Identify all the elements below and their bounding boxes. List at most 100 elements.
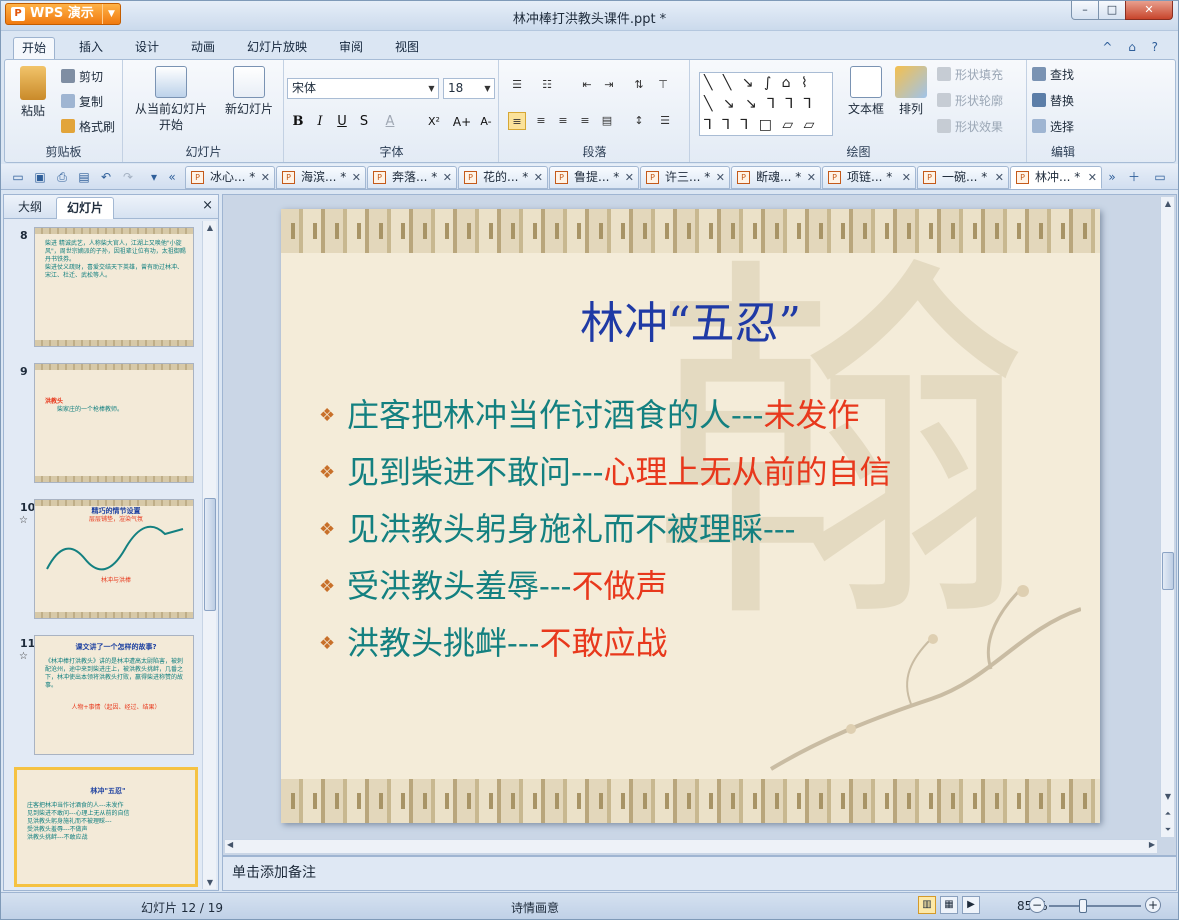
scroll-up-icon[interactable]: ▲ [1161, 199, 1175, 208]
doc-tab[interactable]: P 项链... * ✕ [822, 166, 916, 189]
text-direction-icon[interactable]: ⇅ [630, 76, 648, 94]
close-tab-icon[interactable]: ✕ [352, 167, 361, 188]
redo-icon[interactable]: ↷ [119, 168, 137, 186]
columns-icon[interactable]: ☰ [656, 112, 674, 130]
maximize-button[interactable]: □ [1098, 1, 1126, 20]
align-text-icon[interactable]: ⊤ [654, 76, 672, 94]
slide-thumbnail-12[interactable]: 12 林冲"五忍" 庄客把林冲当作讨酒食的人---未发作 见到柴进不敢问---心… [4, 767, 200, 893]
justify-icon[interactable]: ≡ [576, 112, 594, 130]
zoom-slider-handle[interactable] [1079, 899, 1087, 913]
close-tab-icon[interactable]: ✕ [625, 167, 634, 188]
doc-tab[interactable]: P 许三... * ✕ [640, 166, 730, 189]
cut-button[interactable]: 剪切 [61, 68, 103, 86]
doc-tab[interactable]: P 冰心... * ✕ [185, 166, 275, 189]
zoom-slider-track[interactable] [1049, 905, 1141, 907]
close-tab-icon[interactable]: ✕ [995, 167, 1004, 188]
shape-fill-button[interactable]: 形状填充 [937, 66, 1003, 84]
slide-body-text[interactable]: ❖ 庄客把林冲当作讨酒食的人---未发作 ❖ 见到柴进不敢问---心理上无从前的自信… [319, 395, 1079, 680]
save-icon[interactable]: ▣ [31, 168, 49, 186]
tab-home[interactable]: 开始 [13, 37, 56, 60]
copy-button[interactable]: 复制 [61, 93, 103, 111]
scrollbar-thumb[interactable] [1162, 552, 1174, 590]
help-icon[interactable]: ^ ⌂ ? [1102, 40, 1164, 54]
tab-review[interactable]: 审阅 [331, 37, 371, 60]
close-button[interactable]: ✕ [1125, 1, 1173, 20]
slideshow-view-icon[interactable]: ▶ [962, 896, 980, 914]
play-from-current-button[interactable]: 从当前幻灯片 开始 [128, 66, 214, 133]
tab-design[interactable]: 设计 [127, 37, 167, 60]
horizontal-scrollbar[interactable]: ◀ ▶ [225, 839, 1157, 853]
customize-toolbar-icon[interactable]: ▾ [145, 168, 163, 186]
close-panel-icon[interactable]: × [202, 198, 213, 213]
doc-tab-active[interactable]: P 林冲... * ✕ [1010, 166, 1102, 189]
shape-effect-button[interactable]: 形状效果 [937, 118, 1003, 136]
line-spacing-icon[interactable]: ↕ [630, 112, 648, 130]
replace-button[interactable]: 替换 [1032, 92, 1074, 110]
slide-sorter-icon[interactable]: ▦ [940, 896, 958, 914]
close-tab-icon[interactable]: ✕ [902, 167, 911, 188]
new-slide-button[interactable]: 新幻灯片 [218, 66, 280, 117]
close-tab-icon[interactable]: ✕ [716, 167, 725, 188]
tab-animation[interactable]: 动画 [183, 37, 223, 60]
scroll-down-icon[interactable]: ▼ [1161, 792, 1175, 801]
vertical-scrollbar[interactable]: ▲ ▼ ⏶ ⏷ [1160, 197, 1174, 837]
tab-outline[interactable]: 大纲 [8, 197, 52, 219]
close-tab-icon[interactable]: ✕ [534, 167, 543, 188]
italic-button[interactable]: I [311, 112, 329, 132]
scroll-tabs-right-icon[interactable]: » [1103, 168, 1121, 186]
zoom-in-icon[interactable]: + [1145, 897, 1161, 913]
numbering-icon[interactable]: ☷ [538, 76, 556, 94]
decrease-indent-icon[interactable]: ⇤ [578, 76, 596, 94]
slide-canvas[interactable]: 翰 林冲“五忍” ❖ 庄客把林冲当作讨酒食的人---未发作 ❖ 见到柴进不敢问---… [281, 209, 1100, 823]
slide-thumbnail-11[interactable]: 11 ☆ 课文讲了一个怎样的故事? 《林冲棒打洪教头》讲的是林冲遭高太尉陷害，被… [4, 635, 200, 761]
paste-button[interactable]: 粘贴 [13, 66, 53, 119]
slide-thumbnail-8[interactable]: 8 柴进 精诚武艺，人称柴大官人，江湖上又唤他"小旋风"，周世宗嫡派的子孙，因祖… [4, 227, 200, 353]
align-right-icon[interactable]: ≡ [554, 112, 572, 130]
close-tab-icon[interactable]: ✕ [261, 167, 270, 188]
doc-tab[interactable]: P 一碗... * ✕ [917, 166, 1009, 189]
font-name-select[interactable]: 宋体 ▼ [287, 78, 439, 99]
open-folder-icon[interactable]: ▭ [9, 168, 27, 186]
close-tab-icon[interactable]: ✕ [1088, 167, 1097, 188]
shapes-gallery[interactable]: ╲ ╲ ↘ ∫ ⌂ ⌇ ╲ ↘ ↘ ⅂ ⅂ ⅂ ⅂ ⅂ ⅂ □ ▱ ▱ [699, 72, 833, 136]
align-left-icon[interactable]: ≡ [508, 112, 526, 130]
distribute-icon[interactable]: ▤ [598, 112, 616, 130]
previous-slide-icon[interactable]: ⏶ [1161, 809, 1175, 819]
slide-thumbnail-9[interactable]: 9 洪教头 柴家庄的一个枪棒教师。 [4, 363, 200, 489]
font-size-select[interactable]: 18 ▼ [443, 78, 495, 99]
superscript-button[interactable]: X² [423, 112, 445, 132]
zoom-out-icon[interactable]: − [1029, 897, 1045, 913]
doc-tab[interactable]: P 断魂... * ✕ [731, 166, 821, 189]
doc-tab[interactable]: P 花的... * ✕ [458, 166, 548, 189]
next-slide-icon[interactable]: ⏷ [1161, 825, 1175, 835]
scroll-up-icon[interactable]: ▲ [203, 223, 217, 232]
bold-button[interactable]: B [289, 112, 307, 132]
font-color-button[interactable]: A [381, 112, 399, 132]
tab-view[interactable]: 视图 [387, 37, 427, 60]
tab-slideshow[interactable]: 幻灯片放映 [239, 37, 315, 60]
tab-insert[interactable]: 插入 [71, 37, 111, 60]
format-painter-button[interactable]: 格式刷 [61, 118, 115, 136]
print-icon[interactable]: ⎙ [53, 168, 71, 186]
doc-tab[interactable]: P 奔落... * ✕ [367, 166, 457, 189]
arrange-button[interactable]: 排列 [891, 66, 931, 117]
shadow-button[interactable]: S [355, 112, 373, 132]
find-button[interactable]: 查找 [1032, 66, 1074, 84]
notes-pane[interactable]: 单击添加备注 [222, 856, 1177, 891]
scroll-right-icon[interactable]: ▶ [1149, 840, 1155, 849]
textbox-button[interactable]: 文本框 [841, 66, 891, 117]
underline-button[interactable]: U [333, 112, 351, 132]
bullets-icon[interactable]: ☰ [508, 76, 526, 94]
tab-slides[interactable]: 幻灯片 [56, 197, 115, 219]
doc-tab[interactable]: P 鲁提... * ✕ [549, 166, 639, 189]
shape-outline-button[interactable]: 形状轮廓 [937, 92, 1003, 110]
doc-tab[interactable]: P 海滨... * ✕ [276, 166, 366, 189]
panel-scrollbar[interactable]: ▲ ▼ [202, 221, 216, 889]
scroll-down-icon[interactable]: ▼ [203, 878, 217, 887]
undo-icon[interactable]: ↶ [97, 168, 115, 186]
close-tab-icon[interactable]: ✕ [807, 167, 816, 188]
scrollbar-thumb[interactable] [204, 498, 216, 611]
slide-thumbnail-10[interactable]: 10 ☆ 精巧的情节设置 层层铺垫，渲染气氛 林冲与洪棒 [4, 499, 200, 625]
normal-view-icon[interactable]: ▥ [918, 896, 936, 914]
minimize-button[interactable]: – [1071, 1, 1099, 20]
